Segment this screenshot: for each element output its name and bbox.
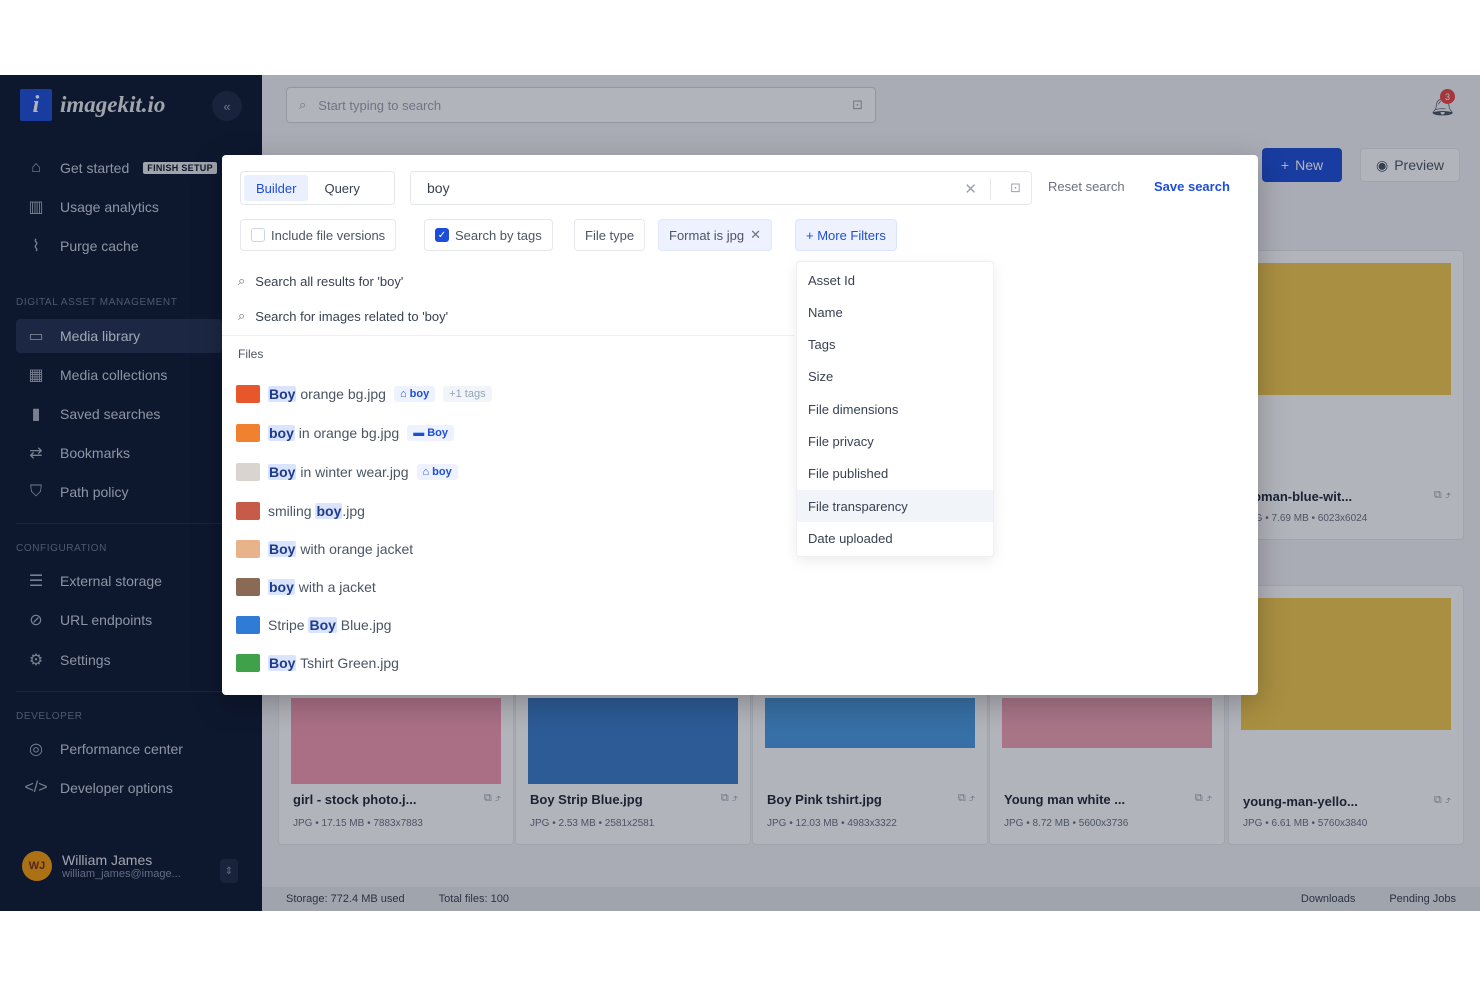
file-thumbnail — [236, 502, 260, 520]
include-file-versions-filter[interactable]: Include file versions — [240, 219, 397, 251]
tag-icon: ⌂ — [399, 388, 407, 400]
filter-option[interactable]: Name — [797, 296, 993, 328]
file-thumbnail — [236, 578, 260, 596]
file-thumbnail — [236, 654, 260, 672]
checkbox-checked[interactable]: ✓ — [435, 228, 449, 242]
divider — [222, 335, 794, 336]
more-tags-badge: +1 tags — [443, 386, 492, 402]
file-result[interactable]: Boy in winter wear.jpg ⌂ boy — [236, 457, 458, 487]
file-type-filter[interactable]: File type — [574, 219, 646, 251]
app-window: i imagekit.io « ⌂ Get started FINISH SET… — [0, 75, 1480, 911]
clear-query-icon[interactable]: ✕ — [964, 180, 977, 198]
file-name: boy in orange bg.jpg — [268, 425, 400, 441]
suggestion-related-images[interactable]: ⌕ Search for images related to 'boy' — [238, 302, 448, 330]
reset-search-button[interactable]: Reset search — [1048, 179, 1125, 194]
query-input[interactable]: boy ✕ ⊡ — [410, 171, 1032, 205]
suggestion-label: Search all results for 'boy' — [255, 273, 404, 289]
filter-option[interactable]: File published — [797, 457, 993, 489]
format-filter-chip[interactable]: Format is jpg ✕ — [658, 219, 773, 251]
advanced-search-modal: Builder Query boy ✕ ⊡ Reset search Save … — [222, 155, 1258, 695]
filter-option[interactable]: Tags — [797, 328, 993, 360]
filter-label: Include file versions — [271, 227, 386, 243]
search-mode-switch: Builder Query — [240, 171, 395, 205]
file-result[interactable]: Boy orange bg.jpg ⌂ boy +1 tags — [236, 379, 492, 409]
more-filters-button[interactable]: + More Filters — [795, 219, 897, 251]
file-result[interactable]: Boy Tshirt Green.jpg — [236, 648, 399, 678]
filter-option[interactable]: Size — [797, 360, 993, 392]
file-result[interactable]: Boy with orange jacket — [236, 534, 413, 564]
filter-label: Format is jpg — [669, 227, 745, 243]
image-search-icon[interactable]: ⊡ — [1010, 180, 1021, 196]
tab-builder[interactable]: Builder — [244, 175, 309, 201]
filter-label: Search by tags — [455, 227, 542, 243]
filter-option[interactable]: Date uploaded — [797, 522, 993, 554]
file-name: Boy orange bg.jpg — [268, 386, 386, 402]
file-result[interactable]: Stripe Boy Blue.jpg — [236, 610, 391, 640]
search-icon: ⌕ — [238, 273, 246, 288]
file-name: Stripe Boy Blue.jpg — [268, 617, 392, 633]
tag-badge: ▬ Boy — [407, 425, 454, 441]
file-result[interactable]: boy with a jacket — [236, 572, 376, 602]
file-thumbnail — [236, 385, 260, 403]
filter-label: + More Filters — [806, 227, 886, 243]
file-name: Boy Tshirt Green.jpg — [268, 655, 399, 671]
search-by-tags-filter[interactable]: ✓ Search by tags — [424, 219, 553, 251]
file-thumbnail — [236, 540, 260, 558]
checkbox-unchecked[interactable] — [251, 228, 265, 242]
save-search-button[interactable]: Save search — [1154, 179, 1230, 194]
file-result[interactable]: smiling boy.jpg — [236, 496, 365, 526]
close-icon[interactable]: ✕ — [750, 227, 761, 243]
filter-option[interactable]: File dimensions — [797, 393, 993, 425]
file-thumbnail — [236, 463, 260, 481]
file-thumbnail — [236, 616, 260, 634]
file-result[interactable]: boy in orange bg.jpg ▬ Boy — [236, 418, 454, 448]
search-icon: ⌕ — [238, 308, 246, 323]
filter-option[interactable]: File privacy — [797, 425, 993, 457]
suggestion-search-all[interactable]: ⌕ Search all results for 'boy' — [238, 267, 403, 295]
query-value: boy — [427, 180, 450, 196]
divider — [990, 178, 991, 200]
files-heading: Files — [238, 347, 264, 361]
more-filters-dropdown: Asset Id Name Tags Size File dimensions … — [796, 261, 994, 557]
file-name: Boy in winter wear.jpg — [268, 464, 409, 480]
file-name: boy with a jacket — [268, 579, 376, 595]
filter-option[interactable]: File transparency — [797, 490, 993, 522]
tag-icon: ⌂ — [422, 466, 430, 478]
filter-option[interactable]: Asset Id — [797, 264, 993, 296]
tag-badge: ⌂ boy — [393, 386, 436, 402]
suggestion-label: Search for images related to 'boy' — [255, 308, 449, 324]
file-thumbnail — [236, 424, 260, 442]
tag-badge: ⌂ boy — [416, 464, 458, 480]
tag-icon: ▬ — [413, 427, 425, 439]
file-name: Boy with orange jacket — [268, 541, 414, 557]
file-name: smiling boy.jpg — [268, 503, 365, 519]
tab-query[interactable]: Query — [312, 175, 371, 201]
filter-label: File type — [585, 227, 635, 243]
